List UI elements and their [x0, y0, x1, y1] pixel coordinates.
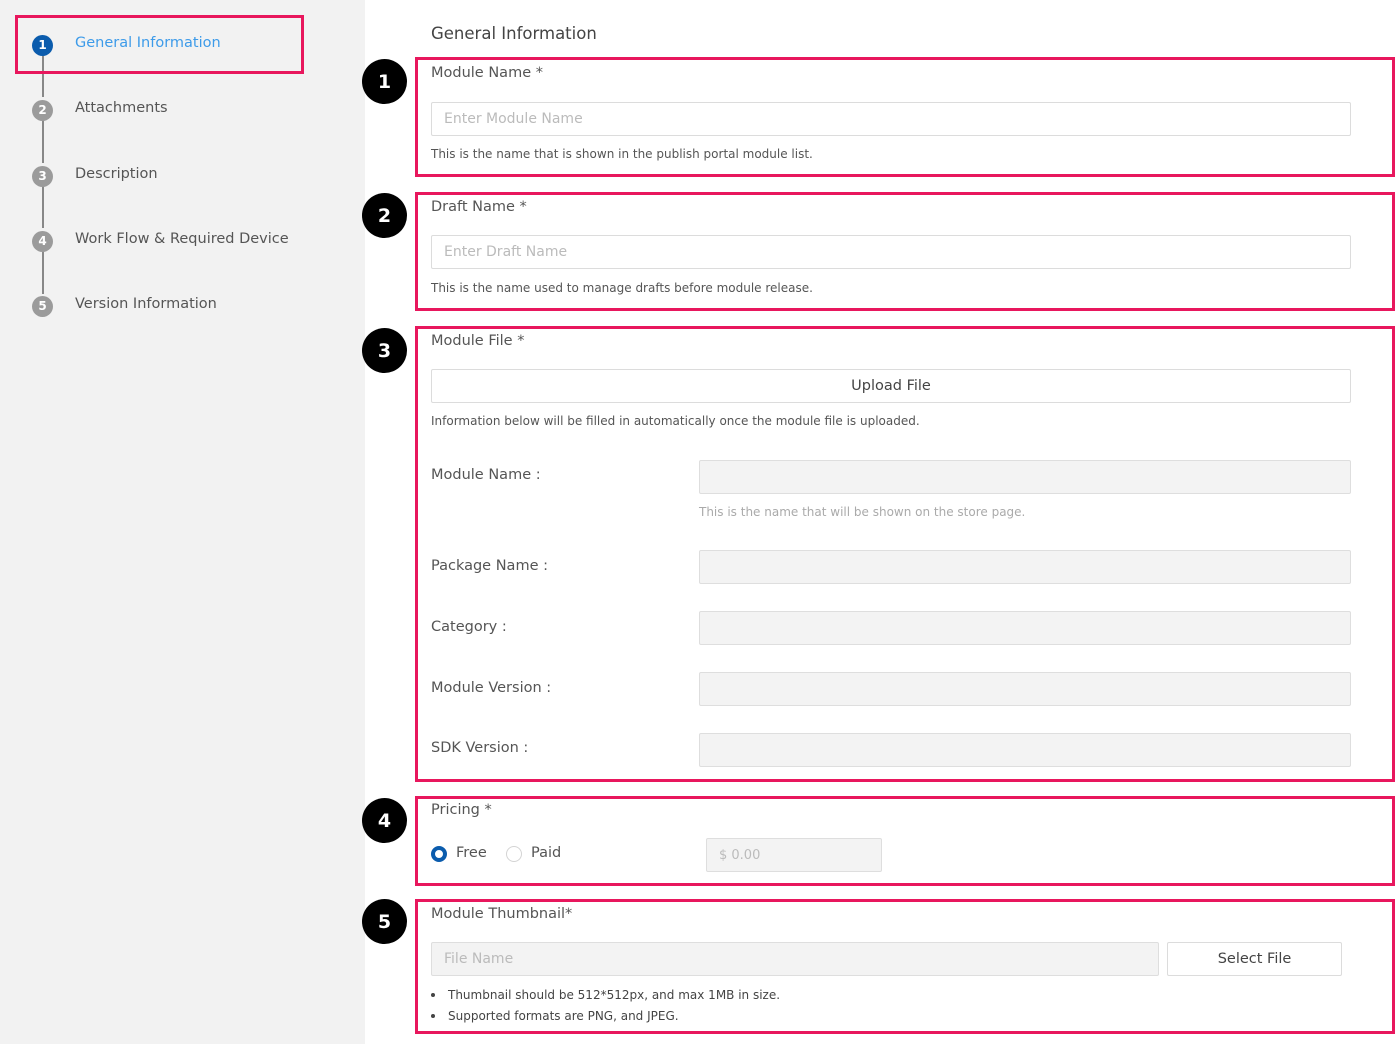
sidebar-step-attachments[interactable]: 2 Attachments — [32, 99, 168, 121]
thumbnail-notes: Thumbnail should be 512*512px, and max 1… — [431, 985, 780, 1027]
pricing-free-label[interactable]: Free — [456, 845, 487, 861]
thumbnail-label: Module Thumbnail* — [431, 906, 573, 922]
step-connector — [42, 120, 44, 163]
module-name-help: This is the name that is shown in the pu… — [431, 147, 813, 161]
highlight-box-pricing — [415, 796, 1395, 886]
select-file-button[interactable]: Select File — [1167, 942, 1342, 976]
draft-name-input[interactable] — [431, 235, 1351, 269]
step-number-icon: 4 — [32, 230, 53, 252]
module-file-label: Module File * — [431, 333, 525, 349]
package-name-field — [699, 550, 1351, 584]
thumbnail-note: Thumbnail should be 512*512px, and max 1… — [431, 985, 780, 1006]
step-label: Version Information — [75, 296, 217, 312]
draft-name-help: This is the name used to manage drafts b… — [431, 281, 813, 295]
annotation-badge-2: 2 — [362, 193, 407, 238]
step-label: Work Flow & Required Device — [75, 231, 289, 247]
sidebar-step-work-flow[interactable]: 4 Work Flow & Required Device — [32, 230, 289, 252]
draft-name-label: Draft Name * — [431, 199, 527, 215]
module-file-info: Information below will be filled in auto… — [431, 414, 920, 428]
wizard-sidebar: 1 General Information 2 Attachments 3 De… — [0, 0, 365, 1044]
sdk-version-field — [699, 733, 1351, 767]
step-number-icon: 5 — [32, 295, 53, 317]
upload-file-button[interactable]: Upload File — [431, 369, 1351, 403]
step-number-icon: 3 — [32, 165, 53, 187]
pricing-label: Pricing * — [431, 802, 492, 818]
sdk-version-label: SDK Version : — [431, 740, 529, 756]
module-name-input[interactable] — [431, 102, 1351, 136]
step-label: Attachments — [75, 100, 168, 116]
package-name-label: Package Name : — [431, 558, 548, 574]
thumbnail-file-name-field — [431, 942, 1159, 976]
sidebar-step-version-information[interactable]: 5 Version Information — [32, 295, 217, 317]
annotation-badge-5: 5 — [362, 899, 407, 944]
auto-module-name-field — [699, 460, 1351, 494]
pricing-paid-label[interactable]: Paid — [531, 845, 561, 861]
pricing-paid-radio[interactable] — [506, 846, 522, 862]
module-version-label: Module Version : — [431, 680, 552, 696]
category-label: Category : — [431, 619, 507, 635]
annotation-badge-3: 3 — [362, 328, 407, 373]
category-field — [699, 611, 1351, 645]
step-label: Description — [75, 166, 158, 182]
pricing-free-radio[interactable] — [431, 846, 447, 862]
annotation-badge-1: 1 — [362, 59, 407, 104]
highlight-box-sidebar-step — [15, 15, 304, 74]
auto-module-name-help: This is the name that will be shown on t… — [699, 505, 1026, 519]
step-connector — [42, 186, 44, 228]
price-input — [706, 838, 882, 872]
step-connector — [42, 251, 44, 294]
auto-module-name-label: Module Name : — [431, 467, 541, 483]
page-title: General Information — [431, 24, 597, 43]
annotation-badge-4: 4 — [362, 798, 407, 843]
thumbnail-note: Supported formats are PNG, and JPEG. — [431, 1006, 780, 1027]
step-number-icon: 2 — [32, 99, 53, 121]
sidebar-step-description[interactable]: 3 Description — [32, 165, 158, 187]
module-version-field — [699, 672, 1351, 706]
module-name-label: Module Name * — [431, 65, 543, 81]
